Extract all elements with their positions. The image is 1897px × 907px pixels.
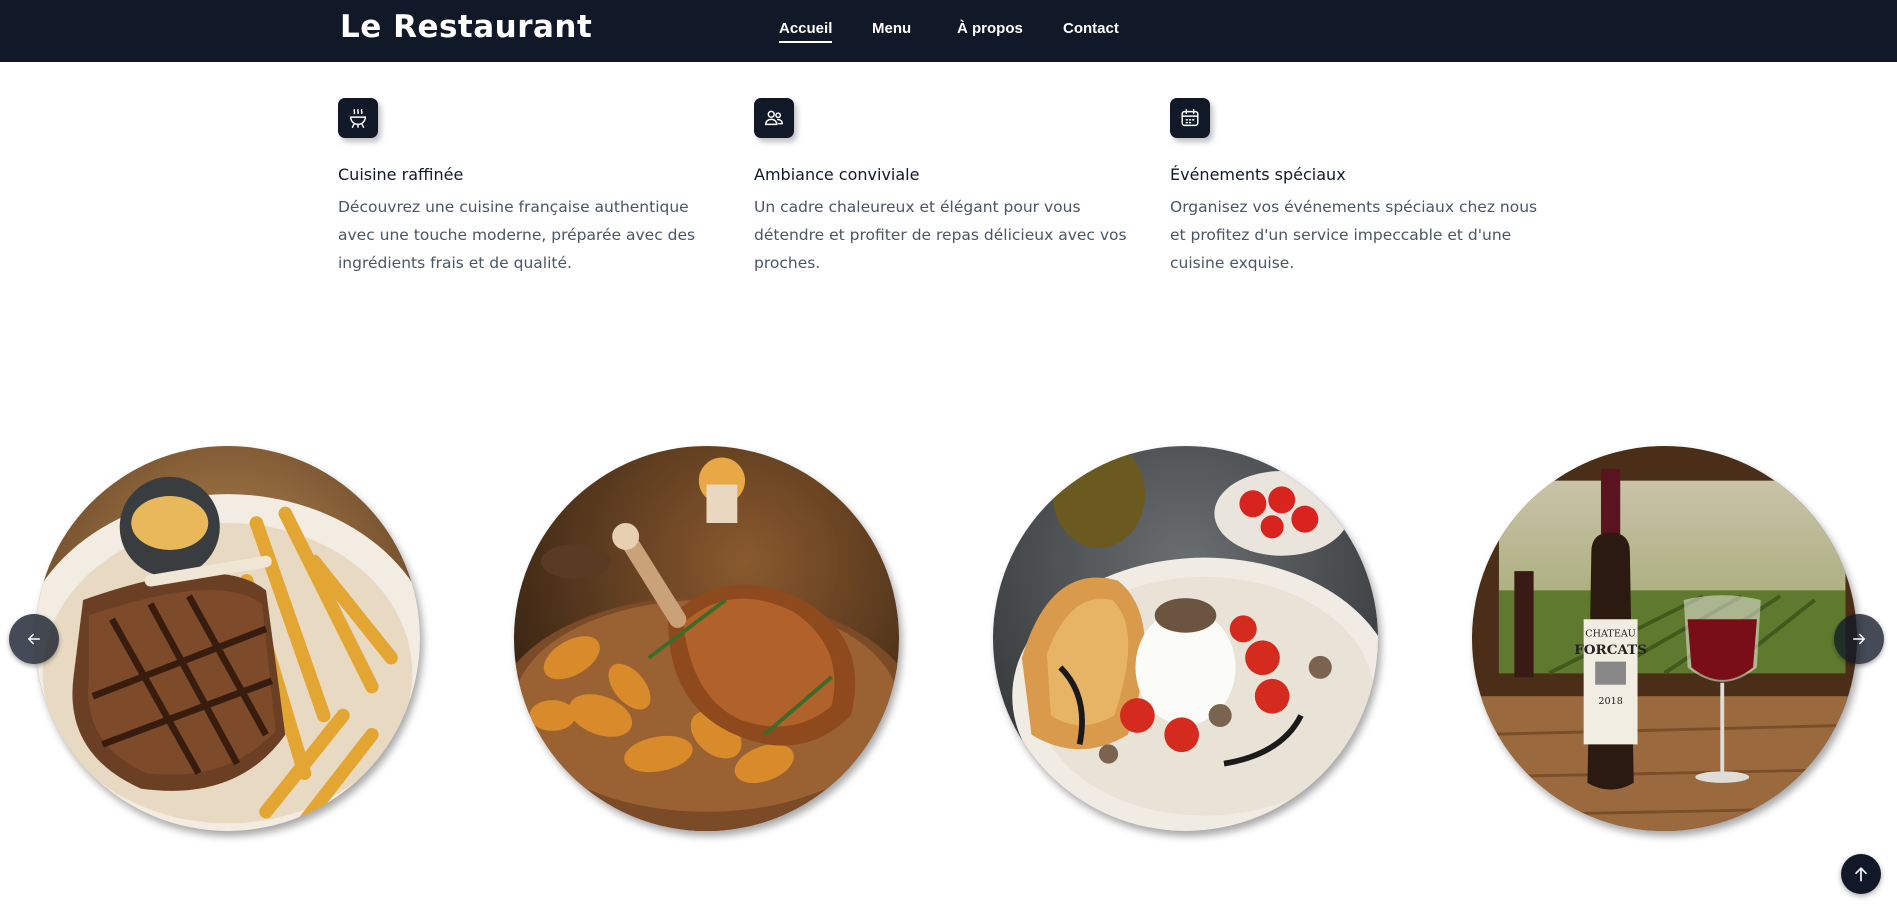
navbar: Le Restaurant Accueil Menu À propos Cont… (0, 0, 1897, 62)
dish-carousel: CHATEAU FORCATS 2018 (0, 446, 1897, 836)
svg-text:CHATEAU: CHATEAU (1585, 629, 1636, 640)
calendar-icon (1170, 98, 1210, 138)
red-wine-image: CHATEAU FORCATS 2018 (1472, 446, 1857, 831)
burrata-truffle-image (993, 446, 1378, 831)
arrow-left-icon (28, 633, 40, 645)
nav-contact[interactable]: Contact (1063, 20, 1119, 37)
feature-evenements: Événements spéciaux Organisez vos événem… (1170, 98, 1570, 277)
feature-title: Événements spéciaux (1170, 165, 1346, 184)
svg-text:2018: 2018 (1598, 696, 1622, 707)
svg-text:FORCATS: FORCATS (1574, 642, 1647, 658)
feature-title: Ambiance conviviale (754, 165, 920, 184)
feature-description: Découvrez une cuisine française authenti… (338, 198, 696, 272)
nav-menu[interactable]: Menu (872, 20, 911, 37)
carousel-next-button[interactable] (1834, 614, 1884, 664)
arrow-up-icon (1855, 867, 1867, 882)
feature-description: Un cadre chaleureux et élégant pour vous… (754, 198, 1127, 272)
brand-logo[interactable]: Le Restaurant (340, 9, 592, 45)
nav-accueil[interactable]: Accueil (779, 20, 833, 43)
grill-icon (338, 98, 378, 138)
carousel-prev-button[interactable] (9, 614, 59, 664)
people-icon (754, 98, 794, 138)
feature-cuisine: Cuisine raffinée Découvrez une cuisine f… (338, 98, 738, 277)
arrow-right-icon (1853, 633, 1865, 645)
steak-frites-image (35, 446, 420, 831)
nav-a-propos[interactable]: À propos (957, 20, 1023, 37)
scroll-top-button[interactable] (1841, 854, 1881, 894)
feature-title: Cuisine raffinée (338, 165, 464, 184)
feature-ambiance: Ambiance conviviale Un cadre chaleureux … (754, 98, 1154, 277)
roast-duck-potatoes-image (514, 446, 899, 831)
feature-description: Organisez vos événements spéciaux chez n… (1170, 198, 1538, 272)
